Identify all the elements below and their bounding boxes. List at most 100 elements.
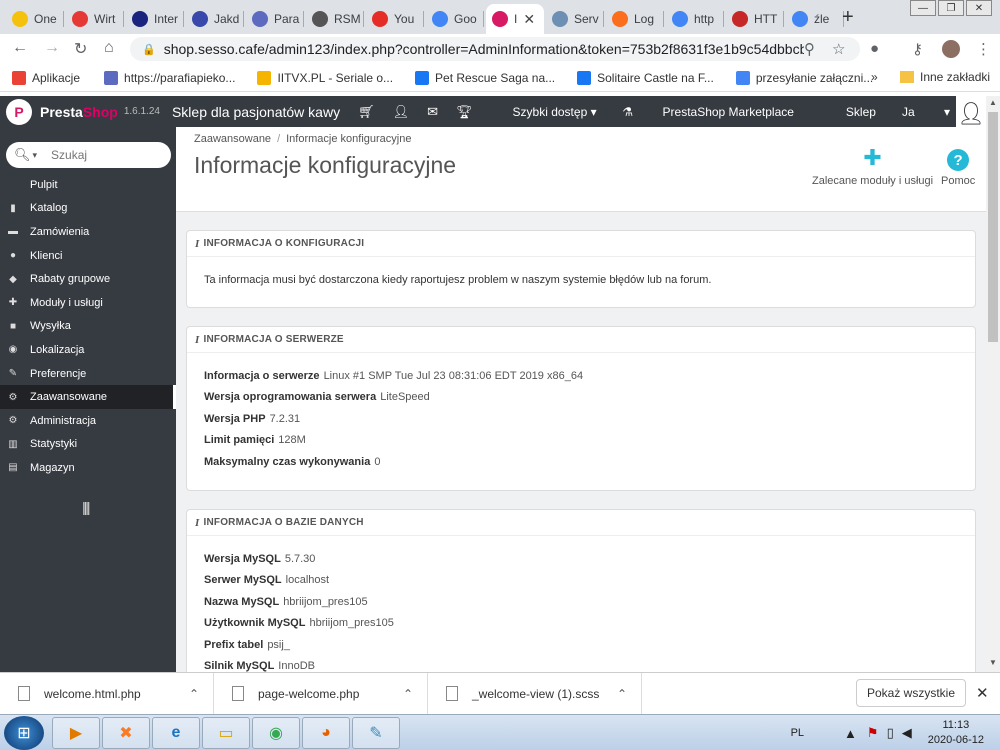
browser-tab[interactable]: Inter — [126, 4, 184, 34]
notepad-icon[interactable]: ✎ — [352, 717, 400, 749]
zoom-search-icon[interactable]: ⚲ — [804, 40, 815, 58]
browser-tab[interactable]: HTT — [726, 4, 784, 34]
media-player-icon[interactable]: ▶ — [52, 717, 100, 749]
chevron-up-icon[interactable]: ⌃ — [189, 687, 199, 701]
sidebar-item-administracja[interactable]: ⚙ Administracja — [0, 409, 176, 433]
forward-arrow-icon[interactable]: → — [44, 39, 60, 57]
tray-up-arrow-icon[interactable]: ▲ — [844, 726, 857, 741]
scroll-up-arrow-icon[interactable]: ▲ — [989, 98, 997, 107]
help-button[interactable]: ? Pomoc — [941, 145, 975, 187]
url-field[interactable]: 🔒 shop.sesso.cafe/admin123/index.php?con… — [130, 37, 860, 61]
download-item[interactable]: page-welcome.php ⌃ — [214, 672, 428, 715]
network-flag-icon[interactable]: ⚑ — [867, 725, 879, 741]
lock-icon[interactable]: 🔒 — [142, 43, 156, 56]
minimize-window-icon[interactable]: — — [910, 0, 936, 16]
messages-envelope-icon[interactable]: ✉ — [427, 104, 438, 120]
browser-tab[interactable]: Serv — [546, 4, 604, 34]
firefox-icon[interactable]: ◕ — [302, 717, 350, 749]
bookmarks-overflow-icon[interactable]: » — [871, 70, 878, 84]
browser-tab[interactable]: źle — [786, 4, 844, 34]
extension-icon[interactable]: ● — [870, 40, 879, 57]
chevron-up-icon[interactable]: ⌃ — [403, 687, 413, 701]
chevron-down-icon[interactable]: ▾ — [33, 150, 38, 161]
browser-tab[interactable]: Wirt — [66, 4, 124, 34]
page-scrollbar[interactable]: ▲ ▼ — [986, 96, 1000, 672]
key-icon[interactable]: ⚷ — [912, 40, 923, 58]
recommended-modules-button[interactable]: ✚ Zalecane moduły i usługi — [812, 145, 933, 187]
bookmark-star-icon[interactable]: ☆ — [832, 40, 845, 58]
bookmark-item[interactable]: https://parafiapieko... — [104, 70, 235, 85]
clock[interactable]: 11:13 2020-06-12 — [928, 718, 984, 748]
volume-icon[interactable]: ◀ — [902, 725, 912, 741]
browser-tab[interactable]: http — [666, 4, 724, 34]
sidebar-item-wysyłka[interactable]: ■ Wysyłka — [0, 315, 176, 339]
battery-icon[interactable]: ▯ — [887, 725, 894, 741]
home-icon[interactable]: ⌂ — [104, 39, 114, 57]
download-item[interactable]: welcome.html.php ⌃ — [0, 672, 214, 715]
close-tab-icon[interactable]: ✕ — [523, 11, 535, 28]
trophy-icon[interactable]: 🏆︎ — [456, 104, 473, 120]
sidebar-item-preferencje[interactable]: ✎ Preferencje — [0, 362, 176, 386]
shop-name[interactable]: Sklep dla pasjonatów kawy — [172, 104, 340, 120]
menu-dots-icon[interactable]: ⋮ — [976, 40, 991, 58]
download-item[interactable]: _welcome-view (1).scss ⌃ — [428, 672, 642, 715]
bookmark-item[interactable]: Solitaire Castle na F... — [577, 70, 714, 85]
reload-icon[interactable]: ↻ — [74, 39, 87, 59]
close-downloads-icon[interactable]: ✕ — [976, 684, 989, 702]
sidebar-item-moduły-i-usługi[interactable]: ✚ Moduły i usługi — [0, 291, 176, 315]
other-bookmarks-folder[interactable]: Inne zakładki — [900, 70, 990, 84]
sidebar-item-pulpit[interactable]: Pulpit — [0, 173, 176, 197]
show-all-downloads-button[interactable]: Pokaż wszystkie — [856, 679, 966, 707]
search-icon[interactable]: 🔍︎ — [14, 147, 31, 163]
start-button[interactable]: ⊞ — [4, 716, 44, 750]
profile-avatar[interactable] — [942, 40, 960, 58]
bookmark-item[interactable]: Pet Rescue Saga na... — [415, 70, 555, 85]
close-window-icon[interactable]: ✕ — [966, 0, 992, 16]
browser-tab[interactable]: I ✕ — [486, 4, 544, 34]
bookmark-item[interactable]: Aplikacje — [12, 70, 80, 85]
scroll-down-arrow-icon[interactable]: ▼ — [989, 658, 997, 667]
sidebar-item-zamówienia[interactable]: ▬ Zamówienia — [0, 220, 176, 244]
internet-explorer-icon[interactable]: e — [152, 717, 200, 749]
bookmark-item[interactable]: IITVX.PL - Seriale o... — [257, 70, 393, 85]
quick-access-dropdown[interactable]: Szybki dostęp ▾ — [513, 105, 597, 119]
search-input[interactable] — [51, 148, 152, 162]
shop-link[interactable]: Sklep — [846, 105, 876, 119]
bookmark-item[interactable]: przesyłanie załączni... — [735, 70, 873, 85]
chrome-icon[interactable]: ◉ — [252, 717, 300, 749]
scrollbar-thumb[interactable] — [988, 112, 998, 342]
sidebar-item-statystyki[interactable]: ▥ Statystyki — [0, 433, 176, 457]
sidebar-item-rabaty-grupowe[interactable]: ◆ Rabaty grupowe — [0, 267, 176, 291]
browser-tab[interactable]: Jakd — [186, 4, 244, 34]
chevron-up-icon[interactable]: ⌃ — [617, 687, 627, 701]
collapse-menu-icon[interactable]: |||| — [82, 499, 90, 515]
browser-tab[interactable]: One — [6, 4, 64, 34]
xampp-icon[interactable]: ✖ — [102, 717, 150, 749]
user-avatar-icon[interactable]: 👤︎ — [956, 96, 986, 127]
customer-icon[interactable]: 👤︎ — [393, 104, 410, 120]
tab-favicon-icon — [72, 11, 88, 27]
sidebar-item-zaawansowane[interactable]: ⚙ Zaawansowane — [0, 385, 176, 409]
back-arrow-icon[interactable]: ← — [12, 39, 28, 57]
browser-tab[interactable]: Log — [606, 4, 664, 34]
sidebar-item-lokalizacja[interactable]: ◉ Lokalizacja — [0, 338, 176, 362]
sidebar-item-magazyn[interactable]: ▤ Magazyn — [0, 456, 176, 480]
new-tab-plus-icon[interactable]: + — [842, 6, 854, 29]
cart-icon[interactable]: 🛒︎ — [358, 104, 375, 120]
browser-tab[interactable]: Para — [246, 4, 304, 34]
browser-tab[interactable]: RSM — [306, 4, 364, 34]
user-menu[interactable]: Ja ▾ — [902, 105, 950, 119]
sidebar-item-klienci[interactable]: ● Klienci — [0, 244, 176, 268]
language-indicator[interactable]: PL — [791, 727, 804, 739]
info-row-label: Silnik MySQL — [204, 660, 275, 672]
sidebar-item-katalog[interactable]: ▮ Katalog — [0, 197, 176, 221]
browser-tab[interactable]: Goo — [426, 4, 484, 34]
sidebar-search[interactable]: 🔍︎ ▾ — [6, 142, 171, 168]
file-explorer-icon[interactable]: ▭ — [202, 717, 250, 749]
prestashop-logo[interactable]: P PrestaShop 1.6.1.24 — [6, 98, 160, 125]
menu-item-icon: ✚ — [8, 297, 18, 309]
marketplace-link[interactable]: ⚗ PrestaShop Marketplace — [622, 105, 820, 119]
breadcrumb-parent[interactable]: Zaawansowane — [194, 133, 271, 145]
browser-tab[interactable]: You — [366, 4, 424, 34]
restore-window-icon[interactable]: ❐ — [938, 0, 964, 16]
